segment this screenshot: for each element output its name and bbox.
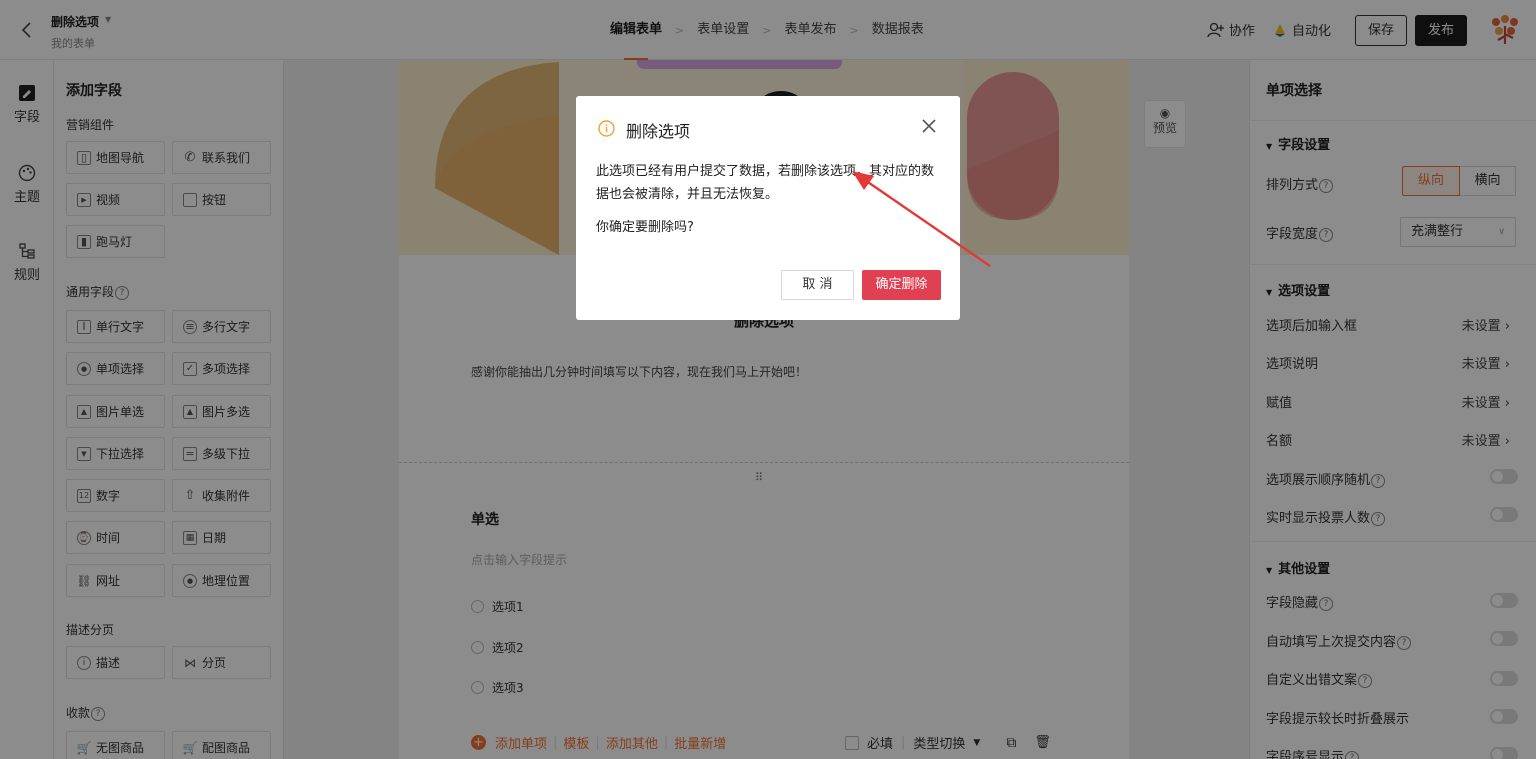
annotation-arrow (852, 171, 991, 267)
